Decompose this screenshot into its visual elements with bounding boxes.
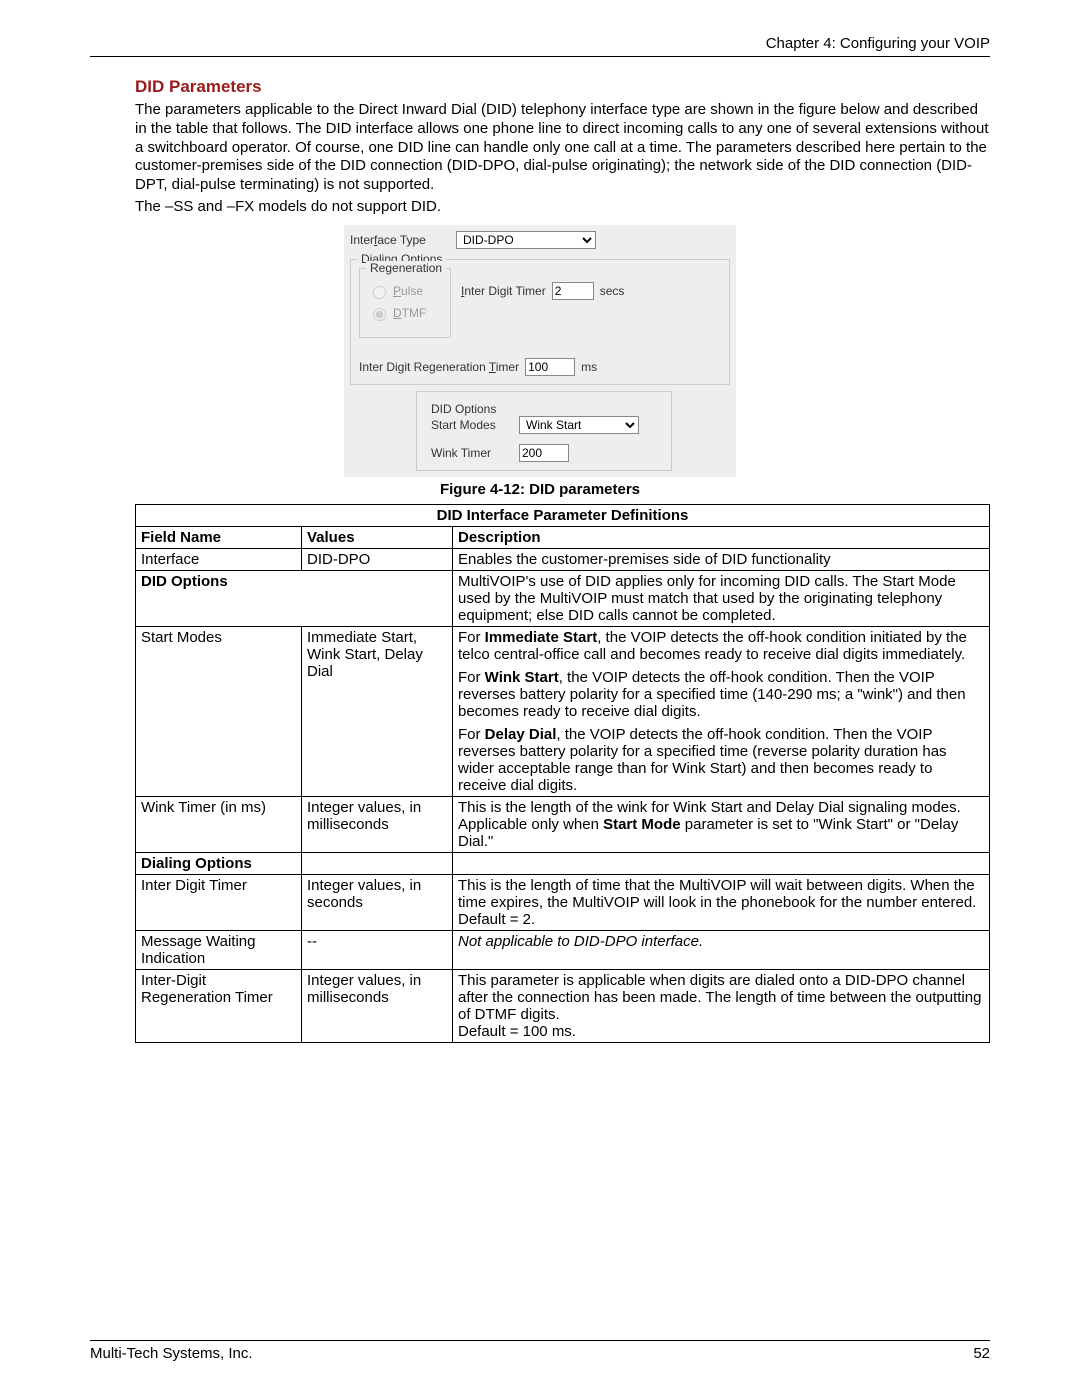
table-row: Inter-Digit Regeneration Timer Integer v… (136, 969, 990, 1042)
pulse-radio (373, 286, 386, 299)
inter-digit-timer-input[interactable] (552, 282, 594, 300)
start-modes-label: Start Modes (431, 418, 511, 432)
regen-timer-input[interactable] (525, 358, 575, 376)
chapter-header: Chapter 4: Configuring your VOIP (90, 35, 990, 57)
paragraph-2: The –SS and –FX models do not support DI… (135, 198, 990, 217)
section-title: DID Parameters (135, 77, 990, 97)
inter-digit-timer-label: Inter Digit Timer (461, 284, 546, 298)
table-row: Inter Digit Timer Integer values, in sec… (136, 874, 990, 930)
table-row: Start Modes Immediate Start, Wink Start,… (136, 626, 990, 796)
regen-timer-label: Inter Digit Regeneration Timer (359, 360, 519, 374)
col-description: Description (453, 526, 990, 548)
footer-page: 52 (973, 1345, 990, 1362)
col-field-name: Field Name (136, 526, 302, 548)
dtmf-radio (373, 308, 386, 321)
dialing-options-fieldset: Dialing Options Regeneration Pulse DTMF … (350, 259, 730, 385)
did-options-fieldset: DID Options Start Modes Wink Start Wink … (416, 391, 672, 471)
definitions-table: DID Interface Parameter Definitions Fiel… (135, 504, 990, 1043)
wink-timer-input[interactable] (519, 444, 569, 462)
col-values: Values (302, 526, 453, 548)
dtmf-label: DTMF (393, 306, 426, 320)
paragraph-1: The parameters applicable to the Direct … (135, 101, 990, 195)
table-row: DID Options MultiVOIP's use of DID appli… (136, 570, 990, 626)
did-screenshot: Interface Type DID-DPO Dialing Options R… (344, 225, 736, 477)
footer-company: Multi-Tech Systems, Inc. (90, 1345, 253, 1362)
table-row: Message Waiting Indication -- Not applic… (136, 930, 990, 969)
table-title: DID Interface Parameter Definitions (136, 504, 990, 526)
interface-type-label: Interface Type (350, 233, 450, 247)
start-modes-select[interactable]: Wink Start (519, 416, 639, 434)
table-row: Wink Timer (in ms) Integer values, in mi… (136, 796, 990, 852)
table-row: Dialing Options (136, 852, 990, 874)
figure-caption: Figure 4-12: DID parameters (90, 481, 990, 498)
regeneration-fieldset: Regeneration Pulse DTMF (359, 268, 451, 338)
did-options-legend: DID Options (431, 402, 496, 416)
secs-label: secs (600, 284, 625, 298)
regeneration-legend: Regeneration (366, 261, 446, 275)
interface-type-select[interactable]: DID-DPO (456, 231, 596, 249)
wink-timer-label: Wink Timer (431, 446, 511, 460)
table-row: Interface DID-DPO Enables the customer-p… (136, 548, 990, 570)
pulse-label: Pulse (393, 284, 423, 298)
ms-label: ms (581, 360, 597, 374)
